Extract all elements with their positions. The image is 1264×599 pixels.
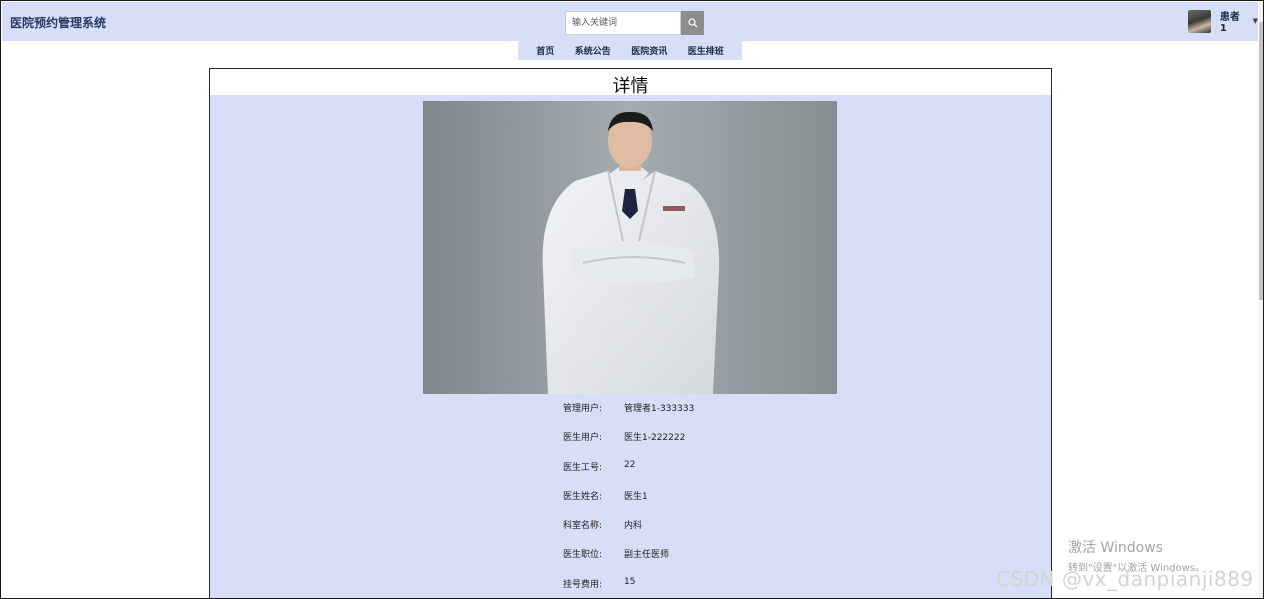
detail-panel: 详情 管理用户: 管理者1-333333 医生用户: 医生1-222222 医生…	[209, 68, 1052, 598]
doctor-portrait-image	[423, 101, 837, 394]
page-title: 详情	[612, 76, 649, 97]
search-bar	[565, 11, 704, 35]
field-admin-user: 管理用户: 管理者1-333333	[563, 401, 863, 415]
watermark-title: 激活 Windows	[1068, 540, 1163, 556]
field-label: 挂号费用:	[563, 580, 603, 590]
scrollbar-thumb[interactable]	[1259, 22, 1263, 300]
detail-header: 详情	[210, 69, 1051, 97]
browser-frame: 医院预约管理系统 患者1 ▼ 首页 系统公告 医院资讯 医生排班 详情	[0, 0, 1264, 599]
field-fee: 挂号费用: 15	[563, 577, 863, 591]
doctor-photo	[423, 101, 837, 394]
brand-title[interactable]: 医院预约管理系统	[10, 14, 106, 31]
field-value: 副主任医师	[624, 550, 670, 560]
field-department: 科室名称: 内科	[563, 518, 863, 532]
field-doctor-name: 医生姓名: 医生1	[563, 489, 863, 503]
search-icon	[687, 18, 697, 28]
field-label: 科室名称:	[563, 521, 603, 531]
top-header: 医院预约管理系统 患者1 ▼	[2, 2, 1258, 41]
main-nav: 首页 系统公告 医院资讯 医生排班	[518, 41, 742, 60]
csdn-watermark: CSDN @vx_danpianji889	[996, 567, 1254, 591]
field-value: 医生1	[624, 492, 648, 502]
field-label: 医生用户:	[563, 433, 603, 443]
field-label: 管理用户:	[563, 404, 603, 414]
avatar[interactable]	[1188, 9, 1211, 33]
nav-item-announcements[interactable]: 系统公告	[575, 44, 611, 57]
nav-item-schedule[interactable]: 医生排班	[688, 44, 724, 57]
page-scrollbar[interactable]	[1259, 2, 1263, 598]
field-value: 22	[624, 460, 636, 470]
field-label: 医生职位:	[563, 550, 603, 560]
field-doctor-id: 医生工号: 22	[563, 460, 863, 474]
nav-item-home[interactable]: 首页	[536, 44, 554, 57]
nav-item-news[interactable]: 医院资讯	[631, 44, 667, 57]
field-value: 医生1-222222	[624, 433, 686, 443]
field-doctor-user: 医生用户: 医生1-222222	[563, 430, 863, 444]
user-name[interactable]: 患者1	[1220, 8, 1247, 34]
search-input[interactable]	[565, 11, 681, 35]
field-value: 管理者1-333333	[624, 404, 695, 414]
field-value: 内科	[624, 521, 643, 531]
search-button[interactable]	[681, 11, 704, 35]
field-position: 医生职位: 副主任医师	[563, 547, 863, 561]
chevron-down-icon[interactable]: ▼	[1253, 17, 1258, 25]
field-label: 医生姓名:	[563, 492, 603, 502]
user-menu[interactable]: 患者1 ▼	[1188, 8, 1258, 34]
field-value: 15	[624, 577, 636, 587]
field-label: 医生工号:	[563, 463, 603, 473]
